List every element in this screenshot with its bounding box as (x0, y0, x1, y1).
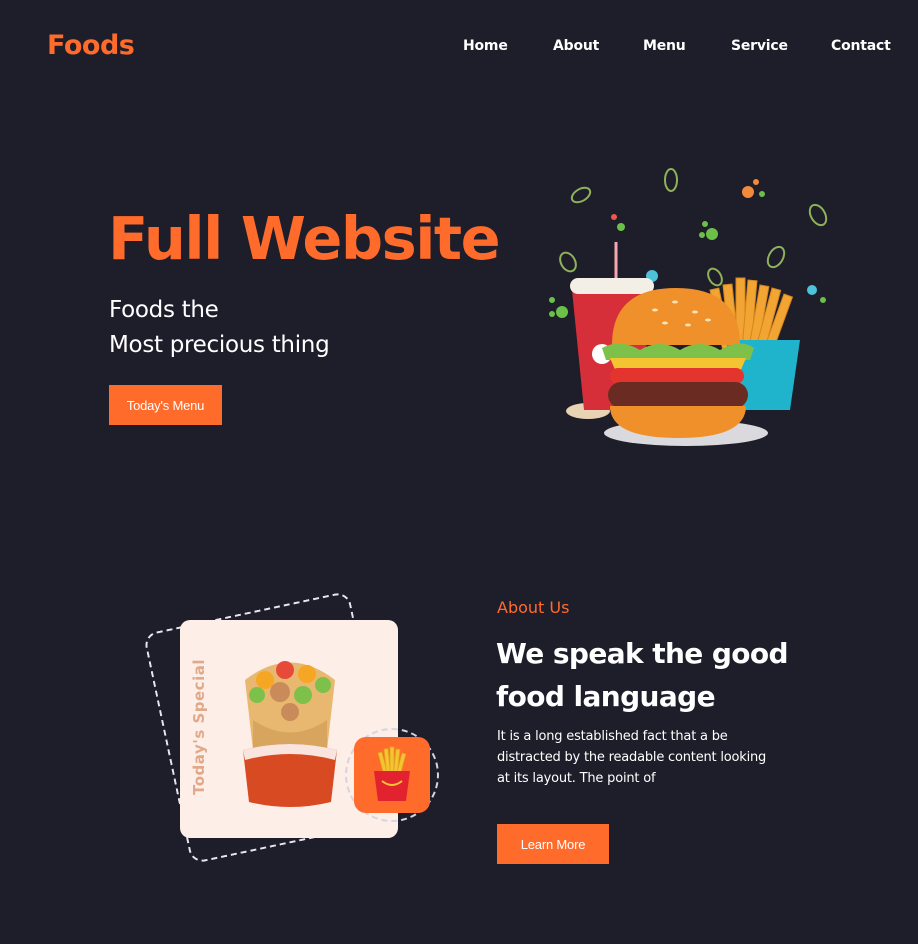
todays-special-panel: Today's Special (142, 590, 450, 865)
fries-icon (374, 746, 410, 801)
nav-home[interactable]: Home (463, 38, 508, 54)
hero-title: Full Website (108, 204, 501, 273)
nav-menu[interactable]: Menu (643, 38, 686, 54)
nav-contact[interactable]: Contact (831, 38, 891, 54)
page: Foods Home About Menu Service Contact Fu… (0, 0, 918, 944)
todays-special-label: Today's Special (190, 659, 208, 795)
hero-subtitle: Foods the Most precious thing (109, 293, 330, 363)
main-nav: Home About Menu Service Contact (0, 38, 918, 58)
todays-menu-button[interactable]: Today's Menu (109, 385, 222, 425)
hero-subtitle-line2: Most precious thing (109, 332, 330, 358)
about-description: It is a long established fact that a be … (497, 729, 767, 786)
hero-subtitle-line1: Foods the (109, 297, 219, 323)
wrap-illustration (243, 661, 337, 807)
burger-meal-illustration (549, 168, 828, 446)
about-title: We speak the good food language (496, 632, 816, 718)
fries-badge (354, 737, 430, 813)
about-us-tag: About Us (497, 598, 570, 617)
nav-service[interactable]: Service (731, 38, 788, 54)
learn-more-button[interactable]: Learn More (497, 824, 609, 864)
about-title-line2: food language (496, 680, 716, 713)
nav-about[interactable]: About (553, 38, 599, 54)
about-title-line1: We speak the good (496, 637, 789, 670)
